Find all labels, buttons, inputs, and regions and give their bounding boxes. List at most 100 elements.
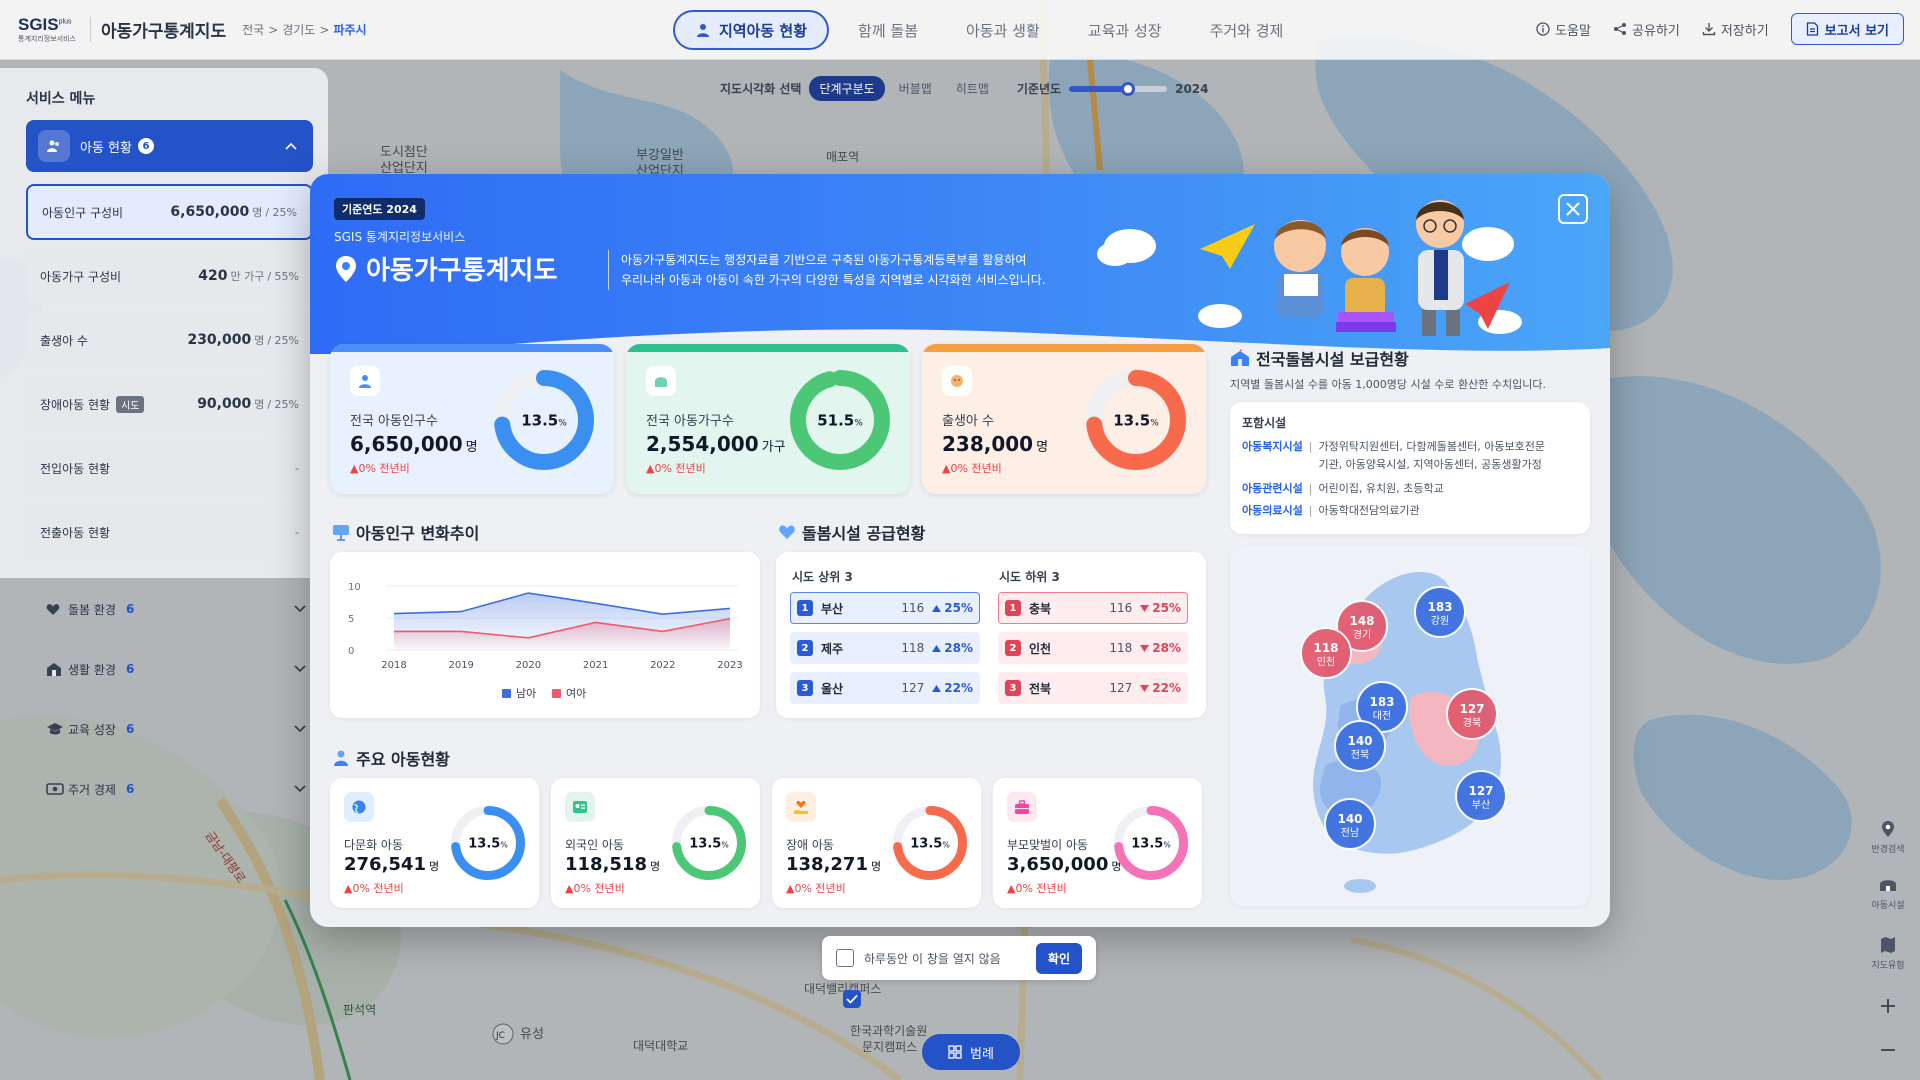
kpi-unit: 명 [1036, 440, 1049, 455]
confirm-button[interactable]: 확인 [1035, 942, 1082, 974]
year-value: 2024 [1175, 81, 1209, 96]
sidebar-category-label: 교육 성장 [68, 722, 116, 737]
top-rank-row-ulsan[interactable]: 3 울산 127 22% [790, 672, 980, 704]
sidebar-category-count: 6 [125, 602, 135, 616]
report-label: 보고서 보기 [1824, 23, 1889, 39]
status-card-multicultural: 다문화 아동 276,541 명 ▲0% 전년비 13.5% [330, 778, 539, 908]
sidebar-item-care-environment[interactable]: 돌봄 환경 6 [46, 594, 306, 624]
breadcrumb-province[interactable]: 경기도 [282, 21, 315, 38]
radius-search-tool[interactable]: 반경검색 [1866, 820, 1910, 855]
submenu-unit: 만 가구 [230, 270, 265, 283]
submenu-value: 90,000 [197, 396, 252, 412]
bottom-rank-row-incheon[interactable]: 2 인천 118 28% [998, 632, 1188, 664]
map-type-tool[interactable]: 지도유형 [1866, 936, 1910, 971]
sidebar-item-education-growth[interactable]: 교육 성장 6 [46, 714, 306, 744]
sidebar-title: 서비스 메뉴 [26, 91, 96, 107]
zoom-out-button[interactable] [1866, 1042, 1910, 1058]
region-bubble-name: 경기 [1353, 628, 1371, 641]
option-choropleth[interactable]: 단계구분도 [809, 76, 885, 101]
info-icon [1536, 22, 1550, 36]
bottom3-title: 시도 하위 3 [999, 570, 1060, 584]
sidebar-item-housing-economy[interactable]: 주거 경제 6 [46, 774, 306, 804]
rank-region: 울산 [821, 681, 844, 696]
region-bubble: 118인천 [1300, 627, 1352, 679]
sgis-logo[interactable]: SGISplus 통계지리정보서비스 [18, 16, 76, 43]
submenu-disabled-children[interactable]: 장애아동 현황 시도 90,000 명 / 25% [26, 376, 313, 432]
facility-category-items: 아동학대전담의료기관 [1318, 504, 1420, 517]
submenu-label: 아동가구 구성비 [40, 269, 122, 284]
status-value-number: 138,271 [786, 854, 868, 875]
children-illustration [1097, 200, 1522, 336]
option-heat-map[interactable]: 히트맵 [946, 76, 999, 101]
nav-tab-care-together[interactable]: 함께 돌봄 [839, 10, 937, 50]
breadcrumb-city[interactable]: 파주시 [333, 21, 366, 38]
rank-region: 제주 [821, 641, 844, 656]
submenu-child-household-ratio[interactable]: 아동가구 구성비 420 만 가구 / 55% [26, 248, 313, 304]
arrow-up-icon [932, 684, 942, 692]
map-checkbox-checked[interactable] [843, 990, 861, 1008]
status-label: 장애 아동 [786, 838, 834, 852]
region-bubble-value: 148 [1349, 614, 1374, 628]
share-link[interactable]: 공유하기 [1613, 20, 1680, 39]
submenu-moved-out-children[interactable]: 전출아동 현황 - [26, 504, 313, 560]
region-bubble-name: 대전 [1373, 710, 1391, 722]
breadcrumb-country[interactable]: 전국 [242, 21, 264, 38]
gauge-value: 13.5% [521, 411, 567, 429]
legend-button[interactable]: 범례 [922, 1034, 1020, 1070]
gauge-unit: % [721, 841, 728, 850]
x-tick-label: 2020 [516, 660, 541, 671]
submenu-value: 230,000 [187, 332, 252, 348]
year-slider-handle[interactable] [1120, 81, 1135, 96]
save-link[interactable]: 저장하기 [1702, 20, 1769, 39]
status-change-text: 0% 전년비 [794, 882, 846, 895]
logo-subtitle: 통계지리정보서비스 [18, 35, 76, 43]
close-button[interactable] [1558, 194, 1588, 224]
kpi-change: ▲0% 전년비 [646, 462, 706, 475]
supply-title: 돌봄시설 공급현황 [802, 524, 926, 543]
modal-description: 아동가구통계지도는 행정자료를 기반으로 구축된 아동가구통계등록부를 활용하여… [608, 250, 1088, 290]
rank-percent-value: 22% [1152, 681, 1181, 695]
id-card-icon [565, 792, 595, 822]
nav-tab-regional-children[interactable]: 지역아동 현황 [673, 10, 830, 50]
bottom-rank-row-jeonbuk[interactable]: 3 전북 127 22% [998, 672, 1188, 704]
top-rank-row-busan[interactable]: 1 부산 116 25% [790, 592, 980, 624]
gauge-value: 51.5% [817, 411, 863, 429]
nav-tab-children-life[interactable]: 아동과 생활 [947, 10, 1059, 50]
plus-icon [1881, 999, 1895, 1013]
kpi-value: 238,000 명 [942, 432, 1048, 456]
nav-tab-housing-economy[interactable]: 주거와 경제 [1191, 10, 1303, 50]
facilities-included-panel: 포함시설 아동복지시설 | 가정위탁지원센터, 다함께돌봄센터, 아동보호전문 기관… [1230, 402, 1590, 534]
map-icon [1881, 937, 1895, 953]
facility-category-medical: 아동의료시설 | 아동학대전담의료기관 [1242, 502, 1420, 520]
rank-region: 부산 [821, 601, 844, 616]
rank-number: 2 [797, 640, 813, 656]
zoom-in-button[interactable] [1866, 998, 1910, 1014]
chevron-down-icon [294, 605, 306, 613]
help-link[interactable]: 도움말 [1536, 20, 1591, 39]
status-title: 주요 아동현황 [356, 750, 450, 769]
sidebar-item-children-status[interactable]: 아동 현황 6 [26, 120, 313, 172]
korea-facility-map[interactable]: 148경기183강원118인천183대전127경북140전북127부산140전남 [1230, 546, 1590, 906]
year-slider[interactable] [1069, 81, 1168, 96]
rank-number: 1 [797, 600, 813, 616]
submenu-child-population-ratio[interactable]: 아동인구 구성비 6,650,000 명 / 25% [26, 184, 313, 240]
kpi-card-child-population: 전국 아동인구수 6,650,000 명 ▲0% 전년비 13.5% [330, 344, 614, 494]
report-button[interactable]: 보고서 보기 [1790, 13, 1904, 45]
dont-show-checkbox[interactable] [836, 949, 854, 967]
child-facilities-tool[interactable]: 아동시설 [1866, 876, 1910, 911]
x-tick-label: 2022 [650, 660, 675, 671]
nav-tab-education-growth[interactable]: 교육과 성장 [1069, 10, 1181, 50]
sidebar-item-living-environment[interactable]: 생활 환경 6 [46, 654, 306, 684]
logo-text: SGIS [18, 15, 59, 34]
trend-title: 아동인구 변화추이 [356, 524, 480, 543]
kpi-card-strip [330, 344, 614, 352]
submenu-moved-in-children[interactable]: 전입아동 현황 - [26, 440, 313, 496]
bottom-rank-row-chungbuk[interactable]: 1 충북 116 25% [998, 592, 1188, 624]
submenu-births[interactable]: 출생아 수 230,000 명 / 25% [26, 312, 313, 368]
top-rank-row-jeju[interactable]: 2 제주 118 28% [790, 632, 980, 664]
submenu-value: - [295, 461, 299, 475]
sidebar-category-count: 6 [125, 782, 135, 796]
kpi-label: 출생아 수 [942, 414, 994, 429]
submenu-label: 아동인구 구성비 [42, 205, 124, 220]
option-bubble-map[interactable]: 버블맵 [889, 76, 942, 101]
